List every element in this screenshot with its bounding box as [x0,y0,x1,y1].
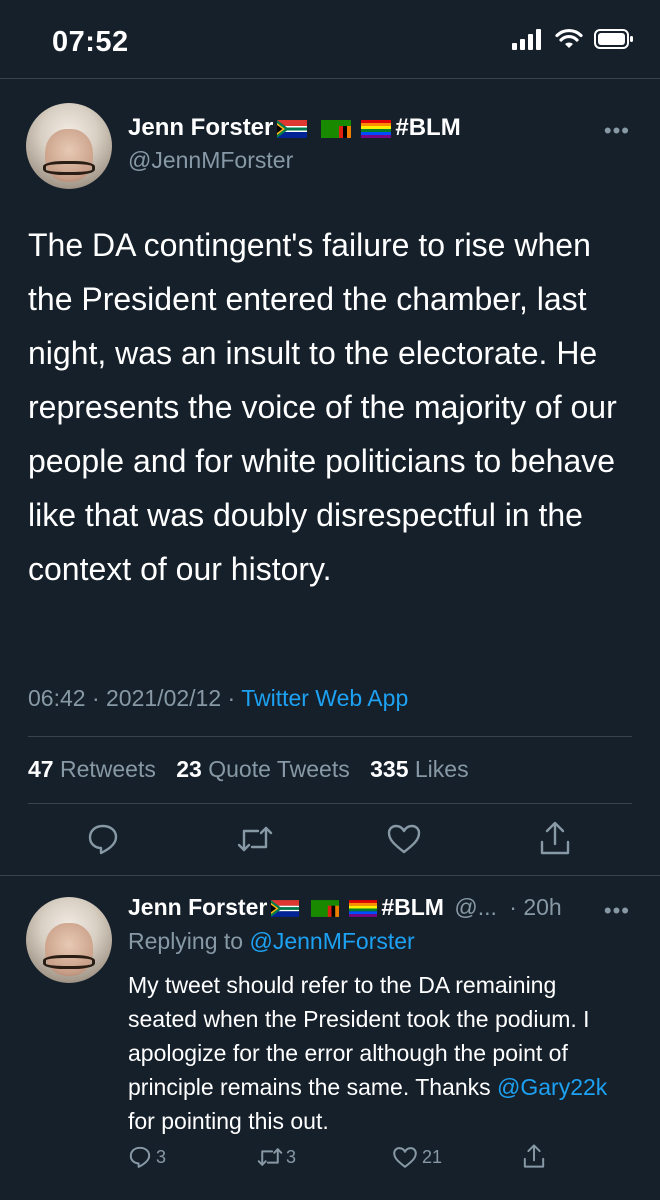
heart-icon [387,824,421,854]
tweet-stats: 47 Retweets 23 Quote Tweets 335 Likes [28,756,469,783]
zambia-flag-icon [311,900,340,918]
share-icon [523,1144,545,1168]
wifi-icon [555,28,583,48]
status-icons [512,28,634,50]
meta-separator: · [91,685,100,711]
reply-handle[interactable]: @... [454,894,497,920]
status-divider [0,78,660,79]
reply-reply-count: 3 [156,1146,167,1167]
battery-icon [594,29,633,49]
avatar[interactable] [26,103,112,189]
meta-separator-2: · [227,685,236,711]
reply-age: · 20h [509,894,562,920]
reply-retweet-button[interactable]: 3 [256,1145,296,1169]
heart-icon [393,1147,417,1168]
name-suffix: #BLM [395,114,461,141]
reply-icon [129,1146,151,1168]
reply-author-name[interactable]: Jenn Forster #BLM @... · 20h [128,894,562,921]
share-button[interactable] [538,820,572,856]
zambia-flag-icon [321,119,352,138]
quote-tweets-stat[interactable]: 23 Quote Tweets [176,756,349,782]
reply-reply-button[interactable]: 3 [128,1145,166,1169]
quote-label: Quote Tweets [208,756,350,782]
rainbow-flag-icon [349,900,378,918]
author-name-text: Jenn Forster [128,114,274,141]
tweet-source-link[interactable]: Twitter Web App [241,685,408,711]
reply-more-options-icon[interactable]: ••• [604,900,630,922]
meta-divider [28,736,632,737]
reply-retweet-count: 3 [286,1146,297,1167]
tweet-time: 06:42 [28,685,86,711]
share-icon [540,821,570,855]
likes-count: 335 [370,756,409,782]
south-africa-flag-icon [277,119,308,138]
reply-share-button[interactable] [522,1143,546,1169]
replying-label: Replying to [128,928,244,954]
replying-to: Replying to @JennMForster [128,928,415,955]
reply-text-after: for pointing this out. [128,1108,329,1134]
reply-like-count: 21 [422,1147,443,1167]
reply-avatar[interactable] [26,897,112,983]
stats-divider [28,803,632,804]
reply-icon [88,824,118,855]
reply-author-name-text: Jenn Forster [128,894,268,920]
south-africa-flag-icon [271,900,300,918]
reply-button[interactable] [86,822,120,856]
tweet-date: 2021/02/12 [106,685,222,711]
reply-text: My tweet should refer to the DA remainin… [128,968,628,1138]
rainbow-flag-icon [361,119,392,138]
tweet-text: The DA contingent's failure to rise when… [28,227,617,587]
more-options-icon[interactable]: ••• [604,120,630,142]
author-name[interactable]: Jenn Forster #BLM [128,114,461,142]
retweets-label: Retweets [59,756,156,782]
reply-name-suffix: #BLM [381,894,444,920]
like-button[interactable] [386,823,422,855]
status-bar: 07:52 [0,0,660,80]
retweets-stat[interactable]: 47 Retweets [28,756,156,782]
signal-icon [512,29,541,50]
retweet-icon [257,1148,283,1166]
retweet-icon [237,826,273,852]
retweets-count: 47 [28,756,54,782]
thread-divider [0,875,660,876]
likes-label: Likes [414,756,469,782]
clock: 07:52 [52,26,129,58]
mention-link[interactable]: @Gary22k [497,1074,607,1100]
replying-to-link[interactable]: @JennMForster [249,928,414,954]
author-handle[interactable]: @JennMForster [128,147,293,174]
likes-stat[interactable]: 335 Likes [370,756,468,782]
reply-like-button[interactable]: 21 [392,1146,442,1169]
quote-count: 23 [176,756,202,782]
tweet-meta: 06:42 · 2021/02/12 · Twitter Web App [28,685,408,712]
retweet-button[interactable] [236,822,274,856]
